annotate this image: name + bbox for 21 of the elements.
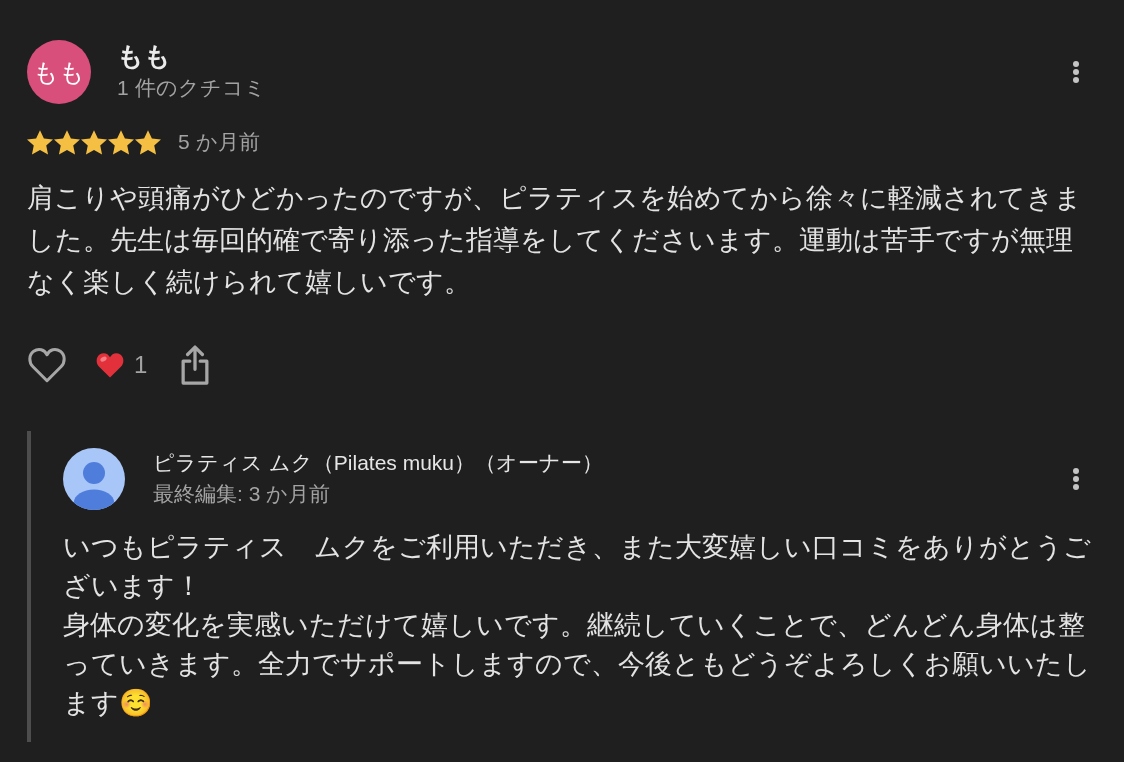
heart-icon (96, 352, 124, 378)
star-icon (54, 129, 80, 155)
reviewer-name: もも (117, 40, 172, 72)
heart-outline-icon[interactable] (27, 347, 67, 383)
review-text: 肩こりや頭痛がひどかったのですが、ピラティスを始めてから徐々に軽減されてきました。先生は毎回的確で寄り添った指導をしてくださいます。運動は苦手ですが無理なく楽しく続けられて嬉しいです。 (27, 182, 1083, 299)
person-avatar-icon (63, 448, 125, 510)
user-avatar: もも (27, 40, 91, 104)
star-icon (27, 129, 53, 155)
review-time: 5 か月前 (178, 129, 260, 155)
reaction-count: 1 (134, 350, 148, 380)
reply-paragraph: 身体の変化を実感いただけて嬉しいです。継続していくことで、どんどん身体は整っていきます。全力でサポートしますので、今後ともどうぞよろしくお願いいたします☺ (63, 609, 1092, 720)
star-icon (81, 129, 107, 155)
more-options-icon[interactable] (1073, 468, 1079, 490)
review-count: 1 件のクチコミ (117, 75, 266, 101)
star-icon (135, 129, 161, 155)
edited-time: 最終編集: 3 か月前 (153, 481, 332, 507)
owner-name: ピラティス ムク（Pilates muku）（オーナー） (153, 450, 604, 476)
star-icon (108, 129, 134, 155)
reply-paragraph: いつもピラティス ムクをご利用いただき、また大変嬉しい口コミをありがとうございます！ (63, 531, 1092, 603)
more-options-icon[interactable] (1073, 61, 1079, 83)
share-icon[interactable] (181, 345, 210, 385)
